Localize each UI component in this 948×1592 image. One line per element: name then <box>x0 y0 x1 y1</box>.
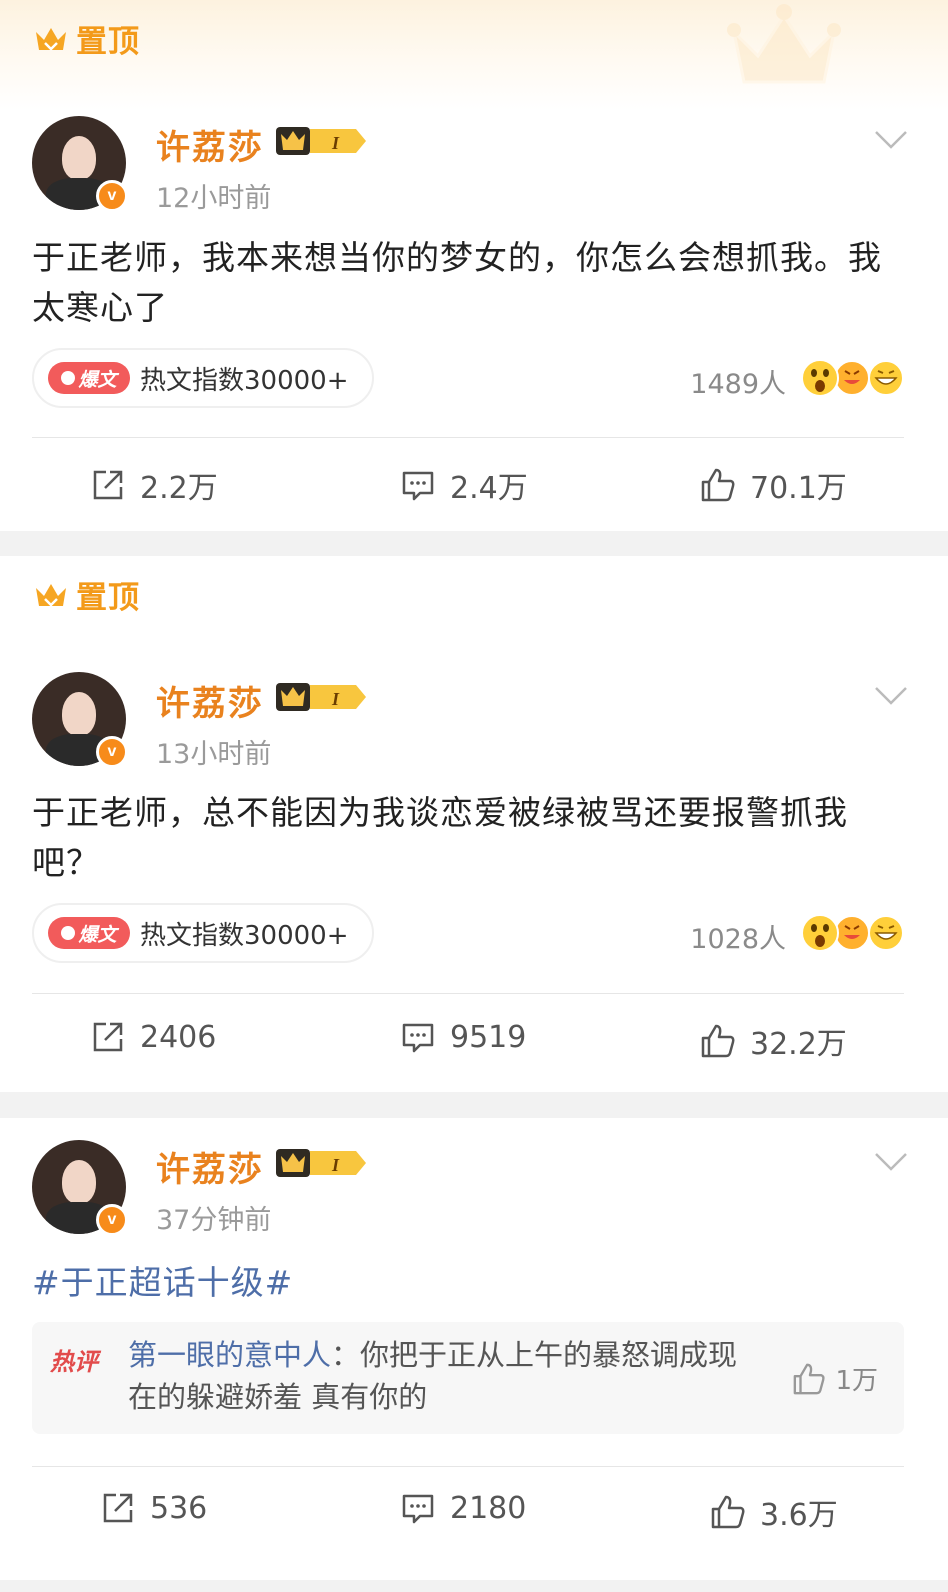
hot-icon <box>61 926 76 940</box>
like-icon <box>794 1363 826 1394</box>
svg-text:I: I <box>331 133 340 153</box>
hot-comment[interactable]: 热评 第一眼的意中人：你把于正从上午的暴怒调成现在的躲避娇羞 真有你的 1万 <box>32 1322 904 1434</box>
svg-text:I: I <box>331 1155 340 1175</box>
post-time: 13小时前 <box>156 739 272 770</box>
repost-button[interactable]: 2.2万 <box>90 463 218 507</box>
post-card-1: 置顶 v 许荔莎 I 12小时前 于正老师，我本来想当你的梦女的，你怎么会想抓我… <box>0 0 948 531</box>
repost-count: 2406 <box>140 1019 217 1055</box>
post-content: 于正老师，总不能因为我谈恋爱被绿被骂还要报警抓我吧？ <box>32 793 848 882</box>
hot-index-text: 热文指数30000+ <box>140 365 349 396</box>
hot-comment-author[interactable]: 第一眼的意中人 <box>128 1338 331 1372</box>
hot-comment-like-button[interactable]: 1万 <box>791 1360 878 1397</box>
comment-icon <box>402 1494 434 1524</box>
hot-icon <box>61 371 76 385</box>
hot-badge: 爆文 <box>48 362 130 394</box>
crown-icon <box>36 584 66 607</box>
comment-count: 2180 <box>450 1490 527 1526</box>
repost-button[interactable]: 536 <box>100 1490 207 1526</box>
vip-badge-icon[interactable]: I <box>276 680 368 714</box>
divider <box>32 993 904 994</box>
comment-button[interactable]: 9519 <box>400 1019 526 1055</box>
hot-index-text: 热文指数30000+ <box>140 920 349 951</box>
like-button[interactable]: 32.2万 <box>700 1019 847 1063</box>
hot-index-pill[interactable]: 爆文 热文指数30000+ <box>32 348 374 408</box>
repost-icon <box>93 470 123 500</box>
comment-count: 2.4万 <box>450 471 528 506</box>
pinned-tag: 置顶 <box>34 572 140 616</box>
avatar[interactable]: v <box>32 1140 128 1236</box>
divider <box>32 437 904 438</box>
username[interactable]: 许荔莎 <box>156 120 264 169</box>
verified-icon: v <box>96 736 128 768</box>
post-time: 12小时前 <box>156 183 272 214</box>
vip-badge-icon[interactable]: I <box>276 124 368 158</box>
comment-button[interactable]: 2180 <box>400 1490 526 1526</box>
hot-comment-tag: 热评 <box>50 1348 98 1376</box>
comment-icon <box>402 471 434 501</box>
comment-button[interactable]: 2.4万 <box>400 463 528 507</box>
like-button[interactable]: 70.1万 <box>700 463 847 507</box>
comment-count: 9519 <box>450 1019 527 1055</box>
vip-badge-icon[interactable]: I <box>276 1146 368 1180</box>
reaction-emojis-icon[interactable] <box>800 358 904 398</box>
crown-icon <box>36 28 66 51</box>
hot-badge: 爆文 <box>48 917 130 949</box>
chevron-down-icon[interactable] <box>874 130 908 150</box>
like-icon <box>701 1024 735 1058</box>
post-time: 37分钟前 <box>156 1205 272 1236</box>
like-button[interactable]: 3.6万 <box>710 1490 838 1534</box>
post-card-2: 置顶 v 许荔莎 I 13小时前 于正老师，总不能因为我谈恋爱被绿被骂还要报警抓… <box>0 556 948 1092</box>
reaction-emojis-icon[interactable] <box>800 913 904 953</box>
avatar[interactable]: v <box>32 672 128 768</box>
hashtag-link[interactable]: #于正超话十级# <box>32 1256 293 1304</box>
crown-watermark-icon <box>727 4 841 84</box>
svg-text:I: I <box>331 689 340 709</box>
hot-comment-text: 第一眼的意中人：你把于正从上午的暴怒调成现在的躲避娇羞 真有你的 <box>128 1334 748 1418</box>
repost-icon <box>93 1022 123 1052</box>
reaction-count[interactable]: 1028人 <box>690 917 786 956</box>
pinned-tag: 置顶 <box>34 16 140 60</box>
repost-count: 2.2万 <box>140 471 218 506</box>
post-card-3: v 许荔莎 I 37分钟前 #于正超话十级# 热评 第一眼的意中人：你把于正从上… <box>0 1118 948 1580</box>
verified-icon: v <box>96 180 128 212</box>
divider <box>32 1466 904 1467</box>
chevron-down-icon[interactable] <box>874 1152 908 1172</box>
post-content: 于正老师，我本来想当你的梦女的，你怎么会想抓我。我太寒心了 <box>32 238 882 327</box>
pinned-label: 置顶 <box>76 23 140 60</box>
hot-comment-like-count: 1万 <box>835 1366 878 1396</box>
comment-icon <box>402 1023 434 1053</box>
avatar[interactable]: v <box>32 116 128 212</box>
hot-index-pill[interactable]: 爆文 热文指数30000+ <box>32 903 374 963</box>
like-count: 70.1万 <box>750 471 847 506</box>
repost-button[interactable]: 2406 <box>90 1019 216 1055</box>
username[interactable]: 许荔莎 <box>156 1142 264 1191</box>
chevron-down-icon[interactable] <box>874 686 908 706</box>
like-count: 3.6万 <box>760 1498 838 1533</box>
verified-icon: v <box>96 1204 128 1236</box>
repost-count: 536 <box>150 1490 208 1526</box>
username[interactable]: 许荔莎 <box>156 676 264 725</box>
like-icon <box>711 1495 745 1529</box>
repost-icon <box>103 1493 133 1523</box>
pinned-label: 置顶 <box>76 579 140 616</box>
reaction-count[interactable]: 1489人 <box>690 362 786 401</box>
like-count: 32.2万 <box>750 1027 847 1062</box>
like-icon <box>701 468 735 502</box>
